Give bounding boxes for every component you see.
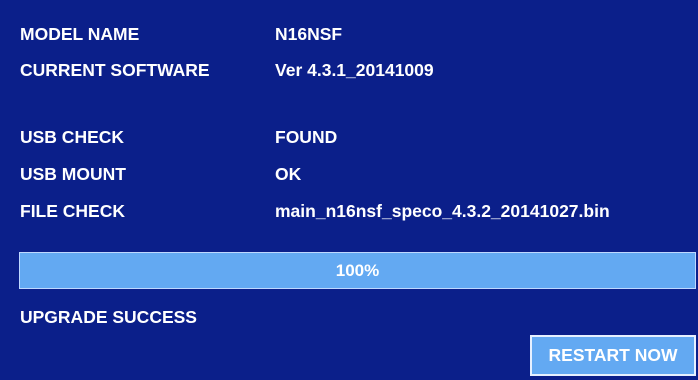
- file-check-label: FILE CHECK: [20, 201, 125, 221]
- usb-check-value: FOUND: [275, 127, 338, 147]
- upgrade-status-message: UPGRADE SUCCESS: [20, 307, 197, 327]
- current-software-value: Ver 4.3.1_20141009: [275, 60, 434, 80]
- usb-mount-label: USB MOUNT: [20, 164, 126, 184]
- current-software-label: CURRENT SOFTWARE: [20, 60, 210, 80]
- progress-percent: 100%: [335, 260, 380, 280]
- file-check-value: main_n16nsf_speco_4.3.2_20141027.bin: [275, 201, 610, 221]
- top-strip: [0, 0, 698, 12]
- model-name-label: MODEL NAME: [20, 24, 140, 44]
- upgrade-progress-bar: 100%: [19, 252, 696, 289]
- model-name-value: N16NSF: [275, 24, 343, 44]
- usb-mount-value: OK: [275, 164, 302, 184]
- usb-check-label: USB CHECK: [20, 127, 125, 147]
- restart-now-button[interactable]: RESTART NOW: [530, 335, 696, 376]
